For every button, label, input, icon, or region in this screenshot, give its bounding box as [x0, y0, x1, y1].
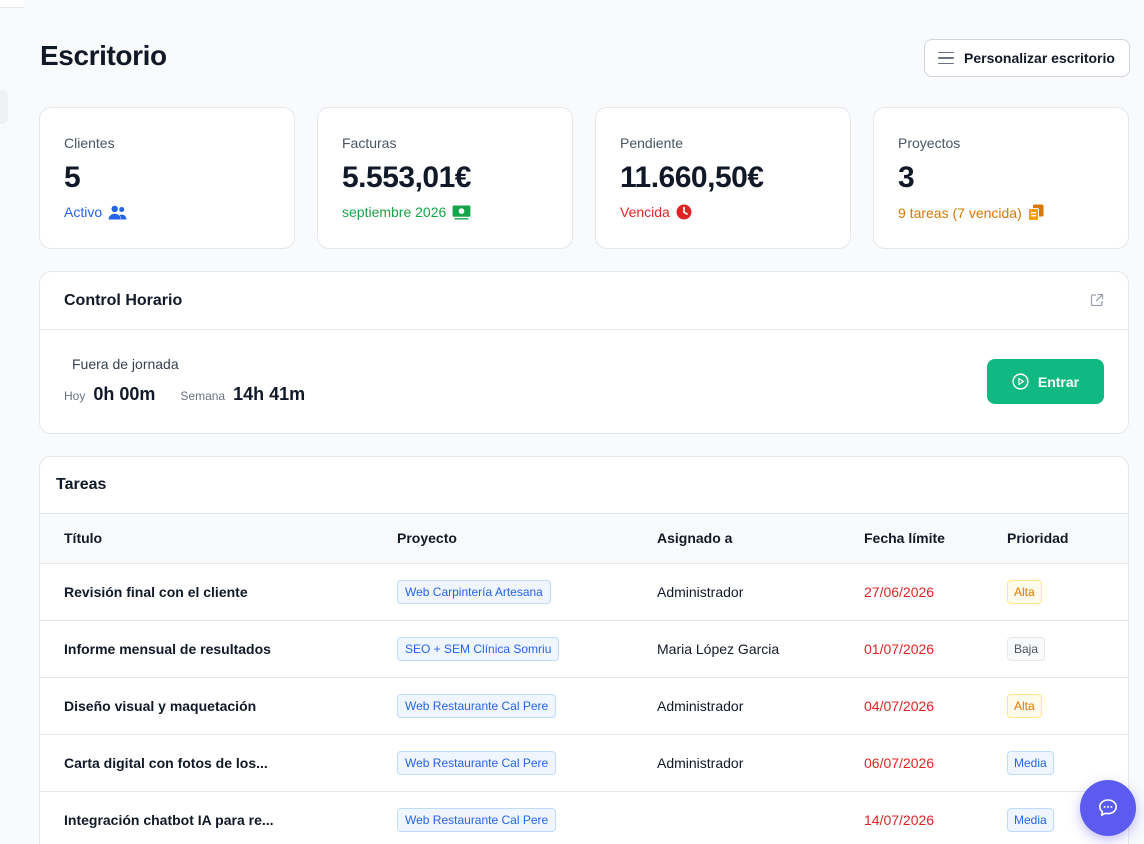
priority-badge: Alta: [1007, 579, 1042, 604]
stat-value: 5: [64, 161, 81, 194]
stat-label: Facturas: [342, 135, 397, 151]
stat-label: Pendiente: [620, 135, 684, 151]
work-status-text: Fuera de jornada: [72, 356, 179, 372]
task-due-date: 06/07/2026: [864, 734, 1007, 792]
task-due-date: 01/07/2026: [864, 620, 1007, 678]
task-title[interactable]: Informe mensual de resultados: [40, 620, 397, 678]
clock-in-label: Entrar: [1037, 373, 1080, 390]
table-row[interactable]: Diseño visual y maquetación Web Restaura…: [40, 677, 1128, 735]
time-control-card: Control Horario Fuera de jornada Hoy 0h …: [39, 271, 1129, 434]
stat-label: Clientes: [64, 135, 115, 151]
customize-dashboard-button[interactable]: Personalizar escritorio: [924, 39, 1130, 77]
stat-sub-text: Vencida: [620, 204, 670, 220]
task-assignee: [657, 791, 864, 844]
task-assignee: Administrador: [657, 734, 864, 792]
column-header-assignee[interactable]: Asignado a: [657, 514, 864, 564]
week-value: 14h 41m: [233, 384, 306, 404]
project-badge[interactable]: SEO + SEM Clínica Somriu: [397, 636, 560, 661]
page-title: Escritorio: [40, 40, 167, 71]
priority-badge: Alta: [1007, 693, 1042, 718]
column-header-due-date[interactable]: Fecha límite: [864, 514, 1007, 564]
project-badge[interactable]: Web Restaurante Cal Pere: [397, 750, 557, 775]
project-badge[interactable]: Web Carpintería Artesana: [397, 579, 551, 604]
tasks-table: Título Proyecto Asignado a Fecha límite …: [40, 514, 1128, 844]
task-due-date: 04/07/2026: [864, 677, 1007, 735]
stat-label: Proyectos: [898, 135, 961, 151]
chat-bubble-icon: [1099, 799, 1117, 816]
task-title[interactable]: Integración chatbot IA para re...: [40, 791, 397, 844]
tasks-card: Tareas Título Proyecto Asignado a Fecha …: [39, 456, 1129, 844]
table-row[interactable]: Revisión final con el cliente Web Carpin…: [40, 563, 1128, 621]
play-circle-icon: [1012, 373, 1029, 390]
table-row[interactable]: Informe mensual de resultados SEO + SEM …: [40, 620, 1128, 678]
stat-sub-text: Activo: [64, 204, 103, 220]
priority-badge: Baja: [1007, 636, 1046, 661]
stat-card-projects[interactable]: Proyectos 3 9 tareas (7 vencida): [873, 107, 1129, 249]
today-label: Hoy: [64, 389, 86, 403]
table-row[interactable]: Integración chatbot IA para re... Web Re…: [40, 791, 1128, 844]
task-title[interactable]: Carta digital con fotos de los...: [40, 734, 397, 792]
clock-icon: [676, 204, 692, 220]
tasks-title: Tareas: [40, 457, 1128, 514]
users-icon: [108, 205, 127, 220]
stat-value: 5.553,01€: [342, 161, 471, 194]
project-badge[interactable]: Web Restaurante Cal Pere: [397, 693, 557, 718]
customize-dashboard-label: Personalizar escritorio: [964, 50, 1115, 66]
today-value: 0h 00m: [93, 384, 156, 404]
table-row[interactable]: Carta digital con fotos de los... Web Re…: [40, 734, 1128, 792]
stat-sub-text: septiembre 2026: [342, 204, 447, 220]
task-assignee: Administrador: [657, 677, 864, 735]
chat-assistant-button[interactable]: [1080, 780, 1136, 836]
time-control-title: Control Horario: [64, 291, 183, 309]
priority-badge: Media: [1007, 750, 1054, 775]
week-label: Semana: [180, 389, 226, 403]
copy-icon: [1027, 204, 1044, 221]
task-title[interactable]: Revisión final con el cliente: [40, 563, 397, 621]
sidebar-toggle-handle[interactable]: [0, 90, 8, 124]
priority-badge: Media: [1007, 807, 1054, 832]
project-badge[interactable]: Web Restaurante Cal Pere: [397, 807, 557, 832]
clock-in-button[interactable]: Entrar: [987, 359, 1104, 404]
task-title[interactable]: Diseño visual y maquetación: [40, 677, 397, 735]
task-due-date: 27/06/2026: [864, 563, 1007, 621]
stat-card-pending[interactable]: Pendiente 11.660,50€ Vencida: [595, 107, 851, 249]
external-link-icon[interactable]: [1090, 293, 1104, 307]
stat-card-clients[interactable]: Clientes 5 Activo: [39, 107, 295, 249]
money-bill-icon: [452, 204, 471, 220]
column-header-project[interactable]: Proyecto: [397, 514, 657, 564]
task-assignee: Administrador: [657, 563, 864, 621]
stat-value: 11.660,50€: [620, 161, 764, 194]
stat-value: 3: [898, 161, 915, 194]
task-assignee: Maria López Garcia: [657, 620, 864, 678]
stat-card-invoices[interactable]: Facturas 5.553,01€ septiembre 2026: [317, 107, 573, 249]
task-due-date: 14/07/2026: [864, 791, 1007, 844]
column-header-priority[interactable]: Prioridad: [1007, 514, 1128, 564]
top-tab-stub: [0, 0, 24, 8]
stat-sub-text: 9 tareas (7 vencida): [898, 204, 1022, 221]
menu-lines-icon: [938, 51, 954, 65]
column-header-title[interactable]: Título: [40, 514, 397, 564]
